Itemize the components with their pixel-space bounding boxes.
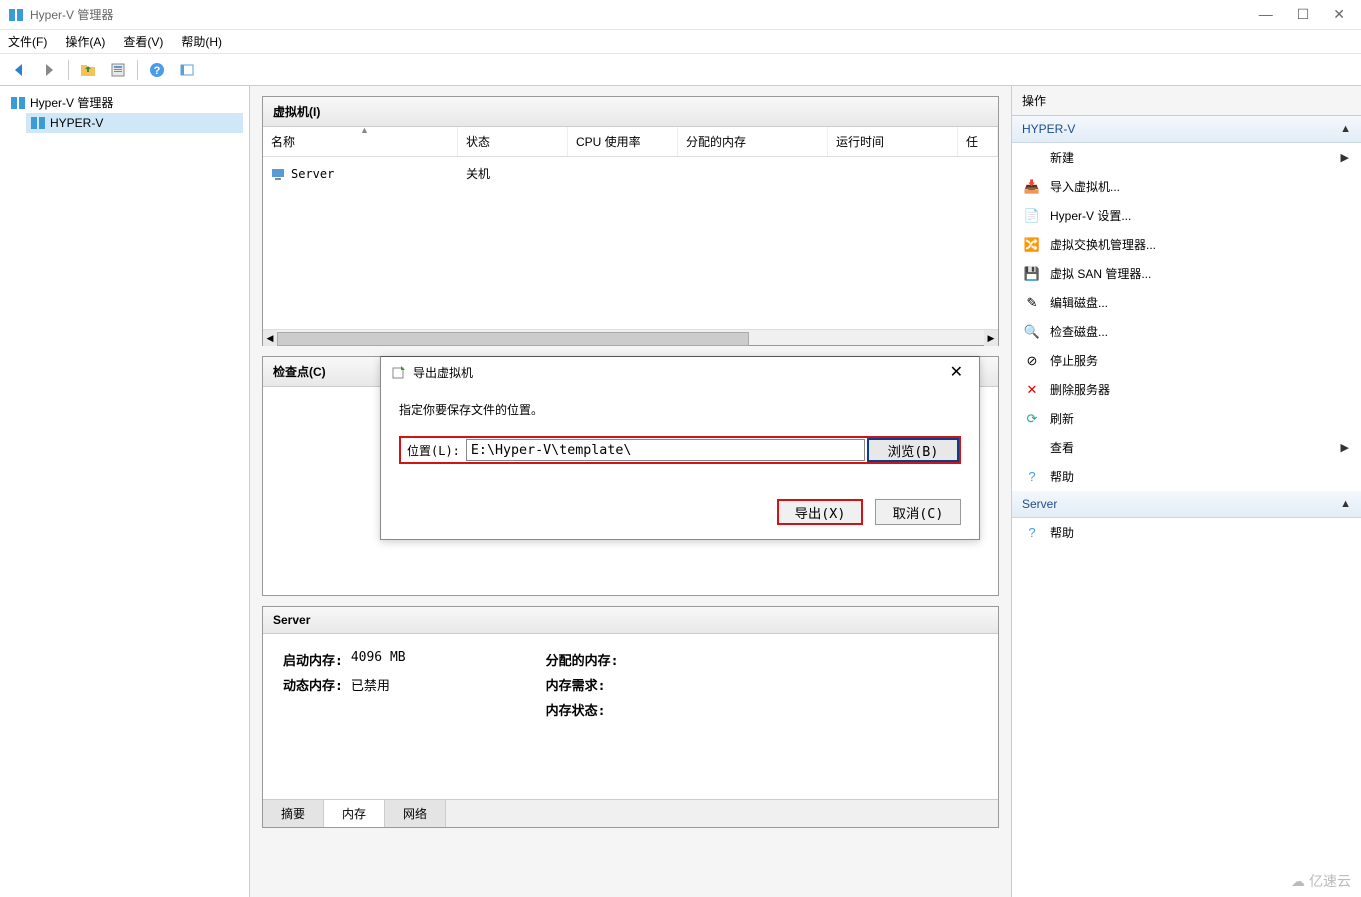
scroll-right[interactable]: ▶ <box>984 330 998 346</box>
show-hide-icon[interactable] <box>174 57 200 83</box>
tree-node-hyperv[interactable]: HYPER-V <box>26 113 243 133</box>
tree-root[interactable]: Hyper-V 管理器 <box>6 92 243 113</box>
menu-file[interactable]: 文件(F) <box>8 33 47 50</box>
col-task[interactable]: 任 <box>958 127 998 156</box>
export-icon <box>391 364 407 380</box>
help-icon[interactable]: ? <box>144 57 170 83</box>
export-dialog: 导出虚拟机 ✕ 指定你要保存文件的位置。 位置(L): 浏览(B) 导出(X) … <box>380 356 980 540</box>
action-refresh[interactable]: ⟳刷新 <box>1012 404 1361 433</box>
menu-bar: 文件(F) 操作(A) 查看(V) 帮助(H) <box>0 30 1361 54</box>
assigned-mem-label: 分配的内存: <box>546 650 619 669</box>
vswitch-icon: 🔀 <box>1024 237 1040 253</box>
location-row: 位置(L): 浏览(B) <box>399 436 961 464</box>
vm-state: 关机 <box>458 161 568 186</box>
actions-group-server[interactable]: Server▲ <box>1012 491 1361 518</box>
action-help[interactable]: ?帮助 <box>1012 462 1361 491</box>
back-button[interactable] <box>6 57 32 83</box>
browse-button[interactable]: 浏览(B) <box>867 438 959 462</box>
tab-summary[interactable]: 摘要 <box>263 800 324 827</box>
properties-icon[interactable] <box>105 57 131 83</box>
tab-memory[interactable]: 内存 <box>324 800 385 827</box>
location-label: 位置(L): <box>401 439 466 462</box>
window-titlebar: Hyper-V 管理器 — ☐ ✕ <box>0 0 1361 30</box>
forward-button[interactable] <box>36 57 62 83</box>
check-disk-icon: 🔍 <box>1024 324 1040 340</box>
vm-header-row: 名称▲ 状态 CPU 使用率 分配的内存 运行时间 任 <box>263 127 998 157</box>
up-folder-icon[interactable] <box>75 57 101 83</box>
collapse-icon: ▲ <box>1340 123 1351 135</box>
boot-mem-label: 启动内存: <box>283 650 343 669</box>
export-button[interactable]: 导出(X) <box>777 499 863 525</box>
col-runtime[interactable]: 运行时间 <box>828 127 958 156</box>
action-vsan[interactable]: 💾虚拟 SAN 管理器... <box>1012 259 1361 288</box>
scroll-left[interactable]: ◀ <box>263 330 277 346</box>
dialog-titlebar[interactable]: 导出虚拟机 ✕ <box>381 357 979 387</box>
tab-network[interactable]: 网络 <box>385 800 446 827</box>
help-icon: ? <box>1024 469 1040 485</box>
tree-node-label: HYPER-V <box>50 116 103 130</box>
tree-panel: Hyper-V 管理器 HYPER-V <box>0 86 250 897</box>
action-settings[interactable]: 📄Hyper-V 设置... <box>1012 201 1361 230</box>
app-icon <box>8 7 24 23</box>
import-icon: 📥 <box>1024 179 1040 195</box>
actions-title: 操作 <box>1012 86 1361 116</box>
remove-icon: ✕ <box>1024 382 1040 398</box>
detail-panel: Server 启动内存: 4096 MB 动态内存: 已禁用 分配的内存: 内存需求… <box>262 606 999 828</box>
settings-icon: 📄 <box>1024 208 1040 224</box>
col-state[interactable]: 状态 <box>458 127 568 156</box>
svg-text:?: ? <box>154 65 161 77</box>
stop-icon: ⊘ <box>1024 353 1040 369</box>
vm-icon <box>271 167 285 181</box>
chevron-right-icon: ▶ <box>1341 151 1349 164</box>
action-import[interactable]: 📥导入虚拟机... <box>1012 172 1361 201</box>
dialog-close-button[interactable]: ✕ <box>944 362 969 382</box>
detail-tabs: 摘要 内存 网络 <box>263 799 998 827</box>
action-remove[interactable]: ✕删除服务器 <box>1012 375 1361 404</box>
action-vswitch[interactable]: 🔀虚拟交换机管理器... <box>1012 230 1361 259</box>
vm-name: Server <box>291 167 334 181</box>
refresh-icon: ⟳ <box>1024 411 1040 427</box>
maximize-button[interactable]: ☐ <box>1297 6 1310 23</box>
help-icon: ? <box>1024 525 1040 541</box>
action-view[interactable]: 查看▶ <box>1012 433 1361 462</box>
action-stop[interactable]: ⊘停止服务 <box>1012 346 1361 375</box>
window-title: Hyper-V 管理器 <box>30 6 1259 23</box>
vsan-icon: 💾 <box>1024 266 1040 282</box>
chevron-right-icon: ▶ <box>1341 441 1349 454</box>
watermark: ☁ 亿速云 <box>1291 871 1351 891</box>
action-help-server[interactable]: ?帮助 <box>1012 518 1361 547</box>
boot-mem-value: 4096 MB <box>351 650 406 669</box>
menu-view[interactable]: 查看(V) <box>123 33 163 50</box>
mem-demand-label: 内存需求: <box>546 675 606 694</box>
actions-group-hyperv[interactable]: HYPER-V▲ <box>1012 116 1361 143</box>
vm-panel-title: 虚拟机(I) <box>263 97 998 127</box>
cancel-button[interactable]: 取消(C) <box>875 499 961 525</box>
minimize-button[interactable]: — <box>1259 6 1273 23</box>
detail-title: Server <box>263 607 998 634</box>
col-cpu[interactable]: CPU 使用率 <box>568 127 678 156</box>
mem-status-label: 内存状态: <box>546 700 606 719</box>
dialog-title: 导出虚拟机 <box>413 364 944 381</box>
menu-action[interactable]: 操作(A) <box>65 33 105 50</box>
close-button[interactable]: ✕ <box>1333 6 1345 23</box>
tree-root-label: Hyper-V 管理器 <box>30 94 113 111</box>
location-input[interactable] <box>466 439 865 461</box>
col-name[interactable]: 名称▲ <box>263 127 458 156</box>
edit-disk-icon: ✎ <box>1024 295 1040 311</box>
dyn-mem-value: 已禁用 <box>351 675 390 694</box>
dyn-mem-label: 动态内存: <box>283 675 343 694</box>
vm-list-panel: 虚拟机(I) 名称▲ 状态 CPU 使用率 分配的内存 运行时间 任 Serve… <box>262 96 999 346</box>
action-edit-disk[interactable]: ✎编辑磁盘... <box>1012 288 1361 317</box>
actions-panel: 操作 HYPER-V▲ 新建▶ 📥导入虚拟机... 📄Hyper-V 设置...… <box>1011 86 1361 897</box>
collapse-icon: ▲ <box>1340 498 1351 510</box>
dialog-instruction: 指定你要保存文件的位置。 <box>399 401 961 418</box>
cloud-icon: ☁ <box>1291 873 1305 890</box>
action-check-disk[interactable]: 🔍检查磁盘... <box>1012 317 1361 346</box>
action-new[interactable]: 新建▶ <box>1012 143 1361 172</box>
horizontal-scrollbar[interactable]: ◀ ▶ <box>263 329 998 345</box>
menu-help[interactable]: 帮助(H) <box>181 33 222 50</box>
toolbar: ? <box>0 54 1361 86</box>
vm-row[interactable]: Server 关机 <box>263 157 998 190</box>
col-mem[interactable]: 分配的内存 <box>678 127 828 156</box>
